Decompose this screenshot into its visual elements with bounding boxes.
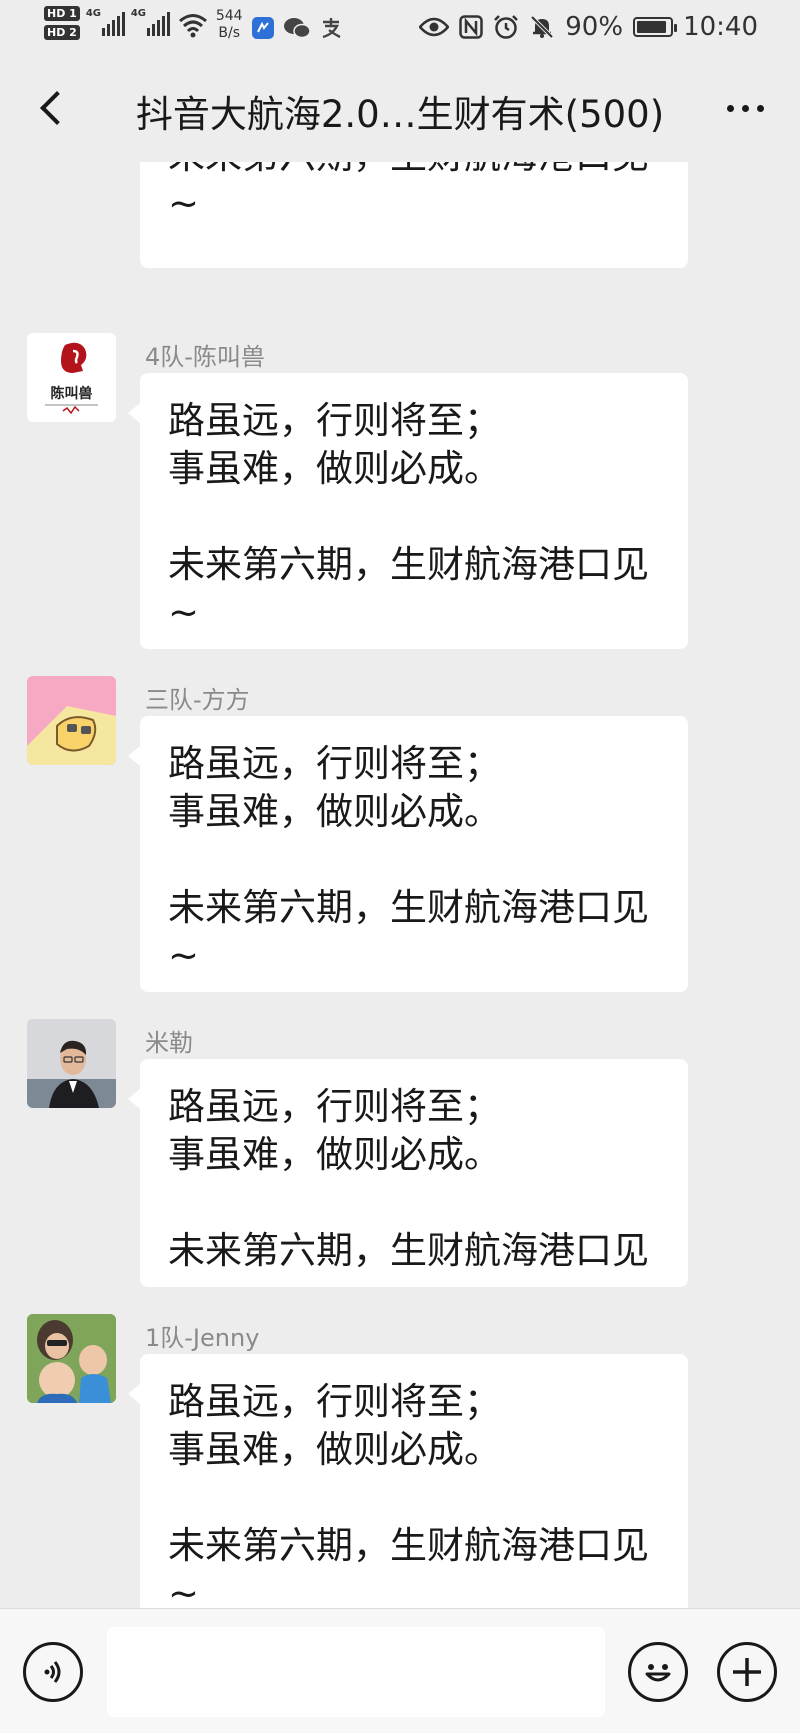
- status-bar: HD 1 HD 2 4G 4G 544 B/s 90% 10:40: [0, 0, 800, 56]
- message-bubble[interactable]: 路虽远，行则将至； 事虽难，做则必成。 未来第六期，生财航海港口见: [128, 1059, 688, 1287]
- more-options-button[interactable]: [720, 86, 770, 130]
- avatar[interactable]: [27, 676, 116, 765]
- more-dot-icon: [756, 104, 764, 112]
- wechat-icon: [283, 18, 311, 39]
- message-bubble[interactable]: 路虽远，行则将至； 事虽难，做则必成。 未来第六期，生财航海港口见 ~: [128, 716, 688, 992]
- back-button[interactable]: [30, 86, 74, 130]
- message-list[interactable]: 未来第六期，生财航海港口见 ~ 陈叫兽 4队-陈叫兽 路虽远，行则将至； 事虽难…: [0, 162, 800, 1608]
- sender-name: 4队-陈叫兽: [145, 343, 265, 371]
- battery-icon: [633, 17, 678, 37]
- mute-bell-icon: [530, 15, 554, 39]
- sender-name: 米勒: [145, 1029, 193, 1057]
- signal-2-icon: 4G: [130, 8, 170, 36]
- alarm-icon: [494, 15, 519, 39]
- message-bubble[interactable]: 路虽远，行则将至； 事虽难，做则必成。 未来第六期，生财航海港口见 ~: [128, 373, 688, 649]
- voice-icon: [44, 1661, 61, 1683]
- emoji-icon: [645, 1664, 671, 1682]
- network-1-label: 4G: [85, 8, 101, 19]
- message-input[interactable]: [107, 1627, 605, 1717]
- battery-percent: 90%: [565, 12, 624, 42]
- app-notification-icon: [251, 17, 274, 39]
- alipay-icon: [322, 18, 341, 39]
- network-speed: 544 B/s: [215, 8, 243, 41]
- wifi-icon: [178, 14, 207, 38]
- more-functions-button[interactable]: [717, 1642, 777, 1702]
- avatar-photo-icon: [27, 1314, 116, 1403]
- nfc-icon: [459, 15, 484, 39]
- chat-title: 抖音大航海2.0…生财有术(500): [135, 93, 665, 136]
- hd2-badge: HD 2: [44, 25, 80, 40]
- emoji-button[interactable]: [628, 1642, 688, 1702]
- network-2-label: 4G: [130, 8, 146, 19]
- avatar-logo-icon: [45, 342, 98, 415]
- eye-icon: [419, 17, 450, 37]
- chat-header: 抖音大航海2.0…生财有术(500): [0, 56, 800, 162]
- avatar-cartoon-icon: [27, 676, 116, 765]
- message-bubble[interactable]: 未来第六期，生财航海港口见 ~: [140, 162, 688, 268]
- avatar[interactable]: [27, 1314, 116, 1403]
- input-bar: [0, 1608, 800, 1733]
- avatar[interactable]: 陈叫兽: [27, 333, 116, 422]
- avatar[interactable]: [27, 1019, 116, 1108]
- hd1-badge: HD 1: [44, 6, 80, 21]
- signal-1-icon: 4G: [85, 8, 125, 36]
- clock: 10:40: [683, 12, 758, 42]
- chevron-left-icon: [40, 91, 74, 125]
- avatar-label: 陈叫兽: [50, 386, 93, 402]
- avatar-photo-icon: [27, 1019, 116, 1108]
- plus-icon: [733, 1658, 761, 1686]
- more-dot-icon: [741, 104, 749, 112]
- voice-button[interactable]: [23, 1642, 83, 1702]
- more-dot-icon: [726, 104, 734, 112]
- sender-name: 1队-Jenny: [145, 1324, 260, 1352]
- sender-name: 三队-方方: [145, 686, 250, 714]
- message-bubble[interactable]: 路虽远，行则将至； 事虽难，做则必成。 未来第六期，生财航海港口见 ~: [128, 1354, 688, 1608]
